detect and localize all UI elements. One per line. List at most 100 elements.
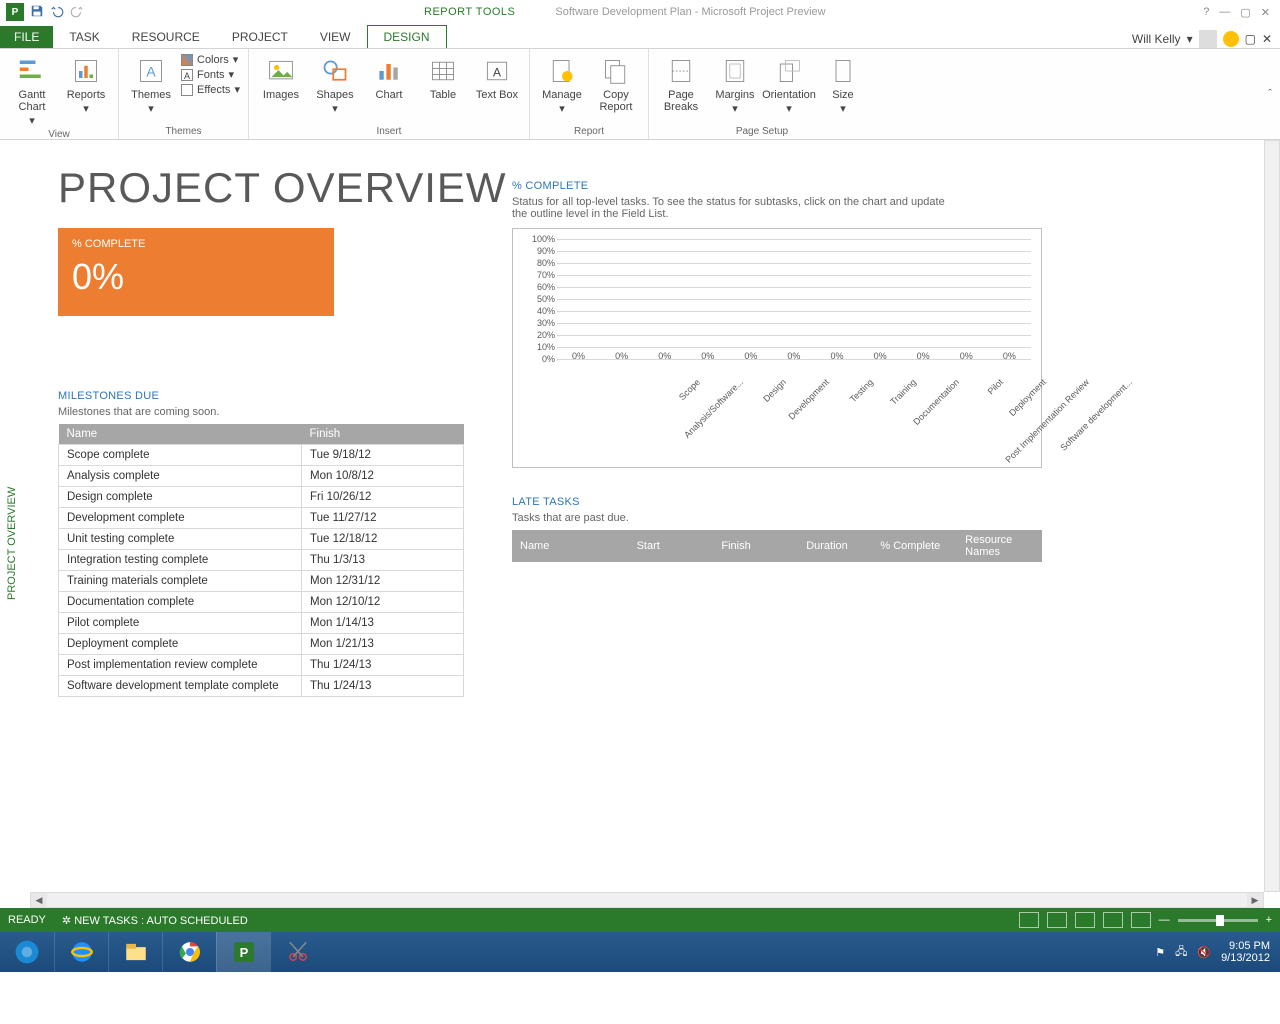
- group-insert: Images Shapes▾ Chart Table AText Box Ins…: [249, 49, 530, 139]
- late-tasks-section: LATE TASKS Tasks that are past due. Name…: [512, 496, 1042, 562]
- textbox-button[interactable]: AText Box: [473, 53, 521, 101]
- tab-task[interactable]: TASK: [53, 26, 115, 48]
- reports-button[interactable]: Reports▾: [62, 53, 110, 115]
- report-canvas[interactable]: PROJECT OVERVIEW % COMPLETE 0% MILESTONE…: [30, 140, 1264, 892]
- close-child-icon[interactable]: ✕: [1262, 32, 1272, 46]
- minimize-icon[interactable]: —: [1219, 6, 1230, 19]
- table-row[interactable]: Scope completeTue 9/18/12: [59, 445, 464, 466]
- effects-button[interactable]: Effects ▾: [181, 83, 240, 96]
- taskbar-snip-icon[interactable]: [270, 932, 324, 972]
- milestones-heading: MILESTONES DUE: [58, 390, 464, 402]
- tab-view[interactable]: VIEW: [304, 26, 367, 48]
- avatar[interactable]: [1199, 30, 1217, 48]
- help-icon[interactable]: ?: [1203, 6, 1209, 19]
- milestones-table[interactable]: Name Finish Scope completeTue 9/18/12Ana…: [58, 424, 464, 697]
- scroll-left-icon[interactable]: ◀: [31, 893, 47, 907]
- report-area: PROJECT OVERVIEW PROJECT OVERVIEW % COMP…: [0, 140, 1280, 908]
- tab-file[interactable]: FILE: [0, 26, 53, 48]
- taskbar-chrome-icon[interactable]: [162, 932, 216, 972]
- horizontal-scrollbar[interactable]: ◀ ▶: [30, 892, 1264, 908]
- orientation-button[interactable]: Orientation▾: [765, 53, 813, 115]
- view-shortcut-4[interactable]: [1103, 912, 1123, 928]
- tray-network-icon[interactable]: 🖧: [1175, 943, 1187, 962]
- group-themes: AThemes▾ Colors ▾ AFonts ▾ Effects ▾ The…: [119, 49, 249, 139]
- zoom-out-icon[interactable]: —: [1159, 914, 1170, 926]
- status-bar: READY ✲ NEW TASKS : AUTO SCHEDULED — +: [0, 908, 1280, 932]
- scroll-right-icon[interactable]: ▶: [1247, 893, 1263, 907]
- tray-clock[interactable]: 9:05 PM 9/13/2012: [1221, 940, 1270, 964]
- vertical-scrollbar[interactable]: [1264, 140, 1280, 892]
- svg-text:A: A: [493, 65, 502, 79]
- percent-complete-section: % COMPLETE Status for all top-level task…: [512, 180, 1042, 468]
- table-button[interactable]: Table: [419, 53, 467, 101]
- kpi-value: 0%: [72, 256, 320, 298]
- undo-icon[interactable]: [50, 4, 64, 21]
- size-button[interactable]: Size▾: [819, 53, 867, 115]
- side-tab-project-overview[interactable]: PROJECT OVERVIEW: [6, 487, 18, 600]
- feedback-smiley-icon[interactable]: [1223, 31, 1239, 47]
- table-row[interactable]: Post implementation review completeThu 1…: [59, 655, 464, 676]
- table-row[interactable]: Analysis completeMon 10/8/12: [59, 466, 464, 487]
- windows-taskbar: P ⚑ 🖧 🔇 9:05 PM 9/13/2012: [0, 932, 1280, 972]
- user-name[interactable]: Will Kelly: [1132, 32, 1181, 46]
- late-subtext: Tasks that are past due.: [512, 512, 1042, 524]
- margins-button[interactable]: Margins▾: [711, 53, 759, 115]
- save-icon[interactable]: [30, 4, 44, 21]
- table-row[interactable]: Pilot completeMon 1/14/13: [59, 613, 464, 634]
- page-breaks-button[interactable]: Page Breaks: [657, 53, 705, 113]
- pct-heading: % COMPLETE: [512, 180, 1042, 192]
- table-row[interactable]: Deployment completeMon 1/21/13: [59, 634, 464, 655]
- colors-button[interactable]: Colors ▾: [181, 53, 240, 66]
- view-shortcut-1[interactable]: [1019, 912, 1039, 928]
- zoom-in-icon[interactable]: +: [1266, 914, 1272, 926]
- table-row[interactable]: Software development template completeTh…: [59, 676, 464, 697]
- tab-design[interactable]: DESIGN: [367, 25, 447, 48]
- table-row[interactable]: Design completeFri 10/26/12: [59, 487, 464, 508]
- pct-chart[interactable]: 0%10%20%30%40%50%60%70%80%90%100% 0%0%0%…: [512, 228, 1042, 468]
- close-icon[interactable]: ✕: [1261, 6, 1270, 19]
- copy-report-button[interactable]: Copy Report: [592, 53, 640, 113]
- milestones-section: MILESTONES DUE Milestones that are comin…: [58, 390, 464, 697]
- col-finish: Finish: [302, 424, 464, 445]
- manage-button[interactable]: Manage▾: [538, 53, 586, 115]
- tray-flag-icon[interactable]: ⚑: [1155, 946, 1165, 959]
- status-ready: READY: [8, 914, 46, 926]
- taskbar-ie-icon[interactable]: [54, 932, 108, 972]
- fonts-button[interactable]: AFonts ▾: [181, 68, 240, 81]
- table-row[interactable]: Documentation completeMon 12/10/12: [59, 592, 464, 613]
- restore-window-icon[interactable]: ▢: [1245, 32, 1256, 46]
- themes-button[interactable]: AThemes▾: [127, 53, 175, 115]
- ribbon-tabs: FILE TASK RESOURCE PROJECT VIEW DESIGN W…: [0, 24, 1280, 48]
- images-button[interactable]: Images: [257, 53, 305, 101]
- collapse-ribbon-icon[interactable]: ˆ: [1260, 88, 1280, 100]
- table-row[interactable]: Development completeTue 11/27/12: [59, 508, 464, 529]
- view-shortcut-2[interactable]: [1047, 912, 1067, 928]
- table-row[interactable]: Integration testing completeThu 1/3/13: [59, 550, 464, 571]
- tab-resource[interactable]: RESOURCE: [116, 26, 216, 48]
- zoom-slider[interactable]: [1178, 919, 1258, 922]
- start-button[interactable]: [0, 932, 54, 972]
- view-shortcut-5[interactable]: [1131, 912, 1151, 928]
- taskbar-project-icon[interactable]: P: [216, 932, 270, 972]
- col-name: Name: [59, 424, 302, 445]
- table-row[interactable]: Training materials completeMon 12/31/12: [59, 571, 464, 592]
- kpi-percent-complete[interactable]: % COMPLETE 0%: [58, 228, 334, 316]
- chart-button[interactable]: Chart: [365, 53, 413, 101]
- tray-volume-icon[interactable]: 🔇: [1197, 946, 1211, 959]
- system-tray: ⚑ 🖧 🔇 9:05 PM 9/13/2012: [1155, 940, 1280, 964]
- late-tasks-table[interactable]: Name Start Finish Duration % Complete Re…: [512, 530, 1042, 562]
- table-row[interactable]: Unit testing completeTue 12/18/12: [59, 529, 464, 550]
- ribbon: Gantt Chart▾ Reports▾ View AThemes▾ Colo…: [0, 48, 1280, 140]
- pct-subtext: Status for all top-level tasks. To see t…: [512, 196, 952, 220]
- gantt-chart-button[interactable]: Gantt Chart▾: [8, 53, 56, 127]
- status-schedule-mode[interactable]: ✲ NEW TASKS : AUTO SCHEDULED: [62, 914, 248, 927]
- document-title: Software Development Plan - Microsoft Pr…: [555, 6, 825, 18]
- maximize-icon[interactable]: ▢: [1240, 6, 1250, 19]
- view-shortcut-3[interactable]: [1075, 912, 1095, 928]
- shapes-button[interactable]: Shapes▾: [311, 53, 359, 115]
- redo-icon[interactable]: [70, 4, 84, 21]
- tab-project[interactable]: PROJECT: [216, 26, 304, 48]
- taskbar-explorer-icon[interactable]: [108, 932, 162, 972]
- late-heading: LATE TASKS: [512, 496, 1042, 508]
- group-view: Gantt Chart▾ Reports▾ View: [0, 49, 119, 139]
